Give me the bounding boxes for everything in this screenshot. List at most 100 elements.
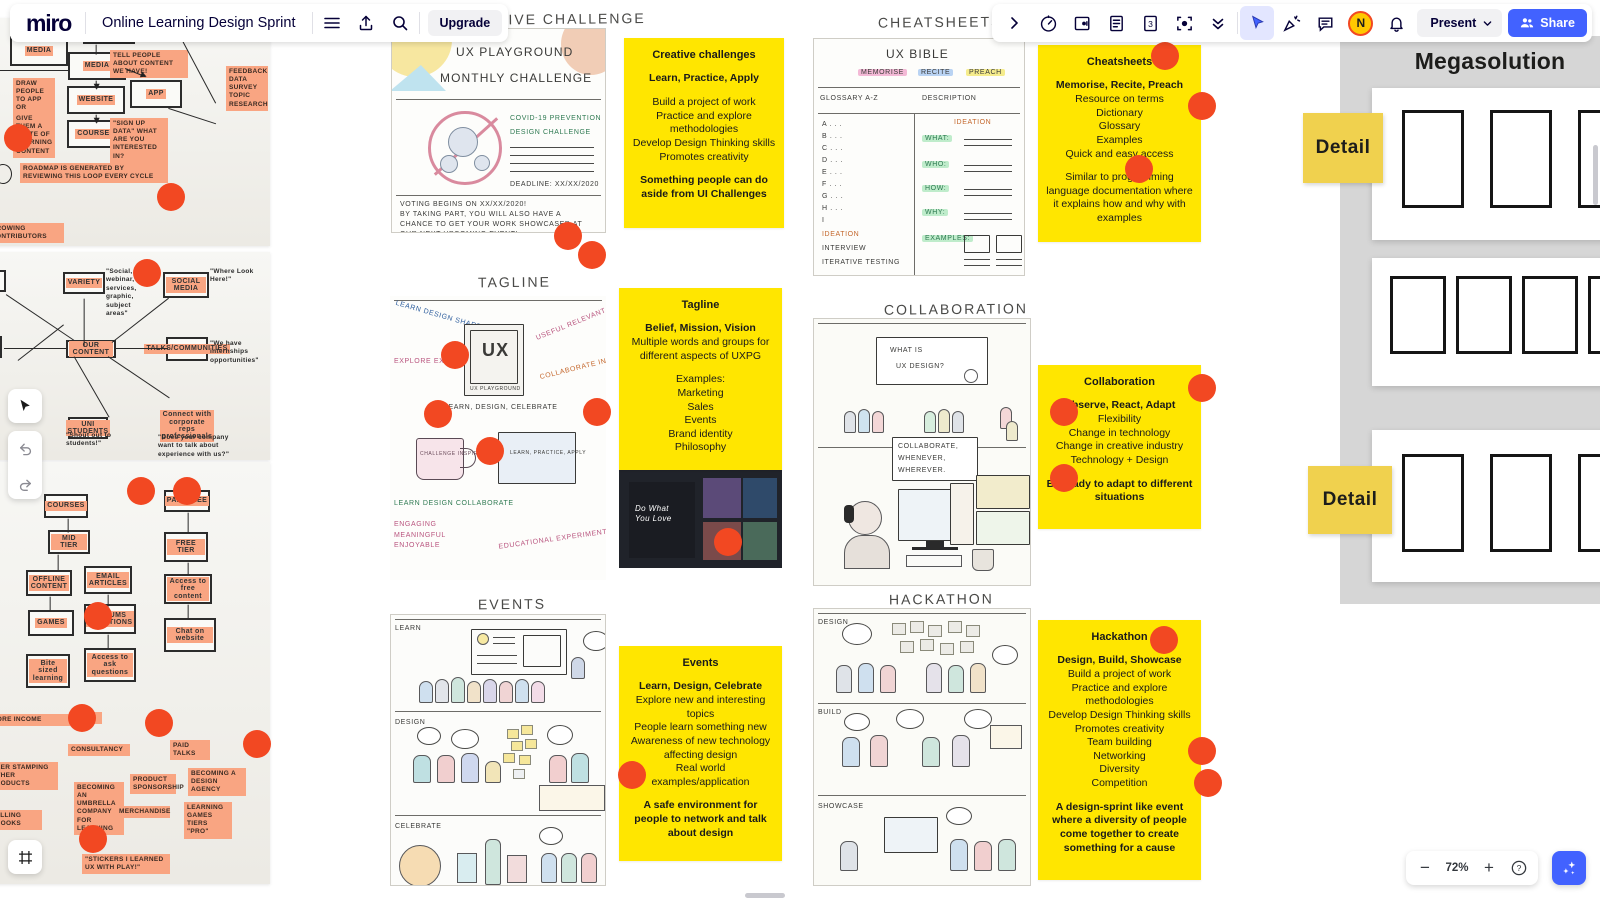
tagline-note: Educational Experimental Play	[498, 524, 606, 551]
cards-icon[interactable]: 3	[1133, 6, 1167, 40]
tote-bag-text: Do What You Love	[635, 504, 672, 523]
ux-bible-tab: Memorise	[858, 69, 907, 76]
notifications-icon[interactable]	[1379, 6, 1413, 40]
vertical-scrollbar[interactable]	[1593, 145, 1598, 205]
avatar[interactable]: N	[1348, 10, 1374, 36]
more-tools-icon[interactable]	[1201, 6, 1235, 40]
collaborator-cursor-dot	[1188, 374, 1216, 402]
redo-tool[interactable]	[8, 465, 42, 499]
wireframe-card[interactable]	[1372, 430, 1600, 582]
expand-right-icon[interactable]	[997, 6, 1031, 40]
horizontal-scrollbar[interactable]	[745, 893, 785, 898]
photo-sticky: More Income	[0, 714, 70, 727]
search-icon[interactable]	[383, 6, 417, 40]
whiteboard-photo-3[interactable]: COURSES PAID/FREE MID TIER OFFLINE CONTE…	[0, 462, 270, 884]
note-body-line: Events	[684, 414, 717, 427]
sparkle-icon	[1562, 860, 1575, 874]
hackathon-row-label: Design	[818, 619, 849, 626]
note-collaboration[interactable]: Collaboration Observe, React, Adapt Flex…	[1038, 365, 1201, 529]
cursor-tool-icon[interactable]	[1240, 6, 1275, 40]
share-button[interactable]: Share	[1508, 9, 1587, 37]
select-tool[interactable]	[8, 389, 42, 423]
reactions-icon[interactable]	[1274, 6, 1308, 40]
collaborator-cursor-dot	[79, 825, 107, 853]
comments-icon[interactable]	[1308, 6, 1342, 40]
whiteboard-photo-2[interactable]: VARIETY SOCIAL MEDIA OUR CONTENT TALKS/C…	[0, 252, 270, 460]
note-body-line: Build a project of work	[1067, 667, 1172, 680]
timer-icon[interactable]	[1031, 6, 1065, 40]
sketch-footer: By taking part, you will also have a	[400, 211, 562, 218]
zoom-level-label[interactable]: 72%	[1440, 862, 1474, 874]
detail-note-top[interactable]: Detail	[1303, 113, 1383, 183]
diagram-node: SOCIAL MEDIA	[163, 272, 209, 298]
wireframe-card[interactable]	[1372, 258, 1600, 386]
miro-logo[interactable]: miro	[16, 10, 83, 37]
sketch-ux-bible[interactable]: UX Bible Memorise Recite Preach Glossary…	[813, 38, 1025, 276]
zoom-in-button[interactable]: +	[1474, 853, 1504, 883]
board-title[interactable]: Online Learning Design Sprint	[88, 15, 309, 31]
sketch-tagline[interactable]: Learn Design Share Explore Experiment De…	[390, 296, 606, 580]
note-title: Collaboration	[1084, 376, 1155, 388]
audience-person	[924, 411, 936, 433]
sketch-rule	[996, 265, 1022, 267]
focus-mode-icon[interactable]	[1167, 6, 1201, 40]
sketch-creative-challenge[interactable]: UX Playground Monthly Challenge Covid-19…	[391, 28, 606, 233]
zoom-out-button[interactable]: −	[1410, 853, 1440, 883]
photo-sticky: Product Sponsorship	[130, 774, 184, 795]
hack-person	[926, 663, 942, 693]
audience-person	[435, 679, 449, 703]
board-canvas[interactable]: MEDIA EVENTS MEDIA WEBSITE COURSES APP T…	[0, 0, 1600, 900]
note-body-line: Sales	[687, 400, 714, 413]
glossary-entry: G . . .	[822, 193, 844, 200]
top-toolbar-left: miro Online Learning Design Sprint Upgra…	[10, 4, 509, 42]
sketch-divider	[818, 113, 1020, 114]
sign-text: Collaborate,	[898, 443, 959, 450]
help-icon[interactable]: ?	[1504, 853, 1534, 883]
present-button[interactable]: Present	[1417, 9, 1503, 37]
divider	[85, 12, 87, 34]
svg-text:?: ?	[1517, 863, 1522, 873]
diagram-node: Access to free content	[164, 574, 212, 604]
upgrade-button[interactable]: Upgrade	[427, 10, 503, 36]
whiteboard-photo-1[interactable]: MEDIA EVENTS MEDIA WEBSITE COURSES APP T…	[0, 18, 270, 246]
note-footer-line: Something people can do	[640, 174, 768, 187]
miro-ai-button[interactable]	[1552, 851, 1586, 885]
gallery-tile	[976, 475, 1030, 509]
sketch-rule	[510, 147, 594, 149]
note-events[interactable]: Events Learn, Design, Celebrate Explore …	[619, 646, 782, 861]
sketch-events[interactable]: Learn Design	[390, 614, 606, 886]
note-subtitle: Memorise, Recite, Preach	[1055, 79, 1184, 92]
note-creative-challenges[interactable]: Creative challenges Learn, Practice, App…	[624, 38, 784, 228]
diagram-edge	[67, 518, 69, 533]
diagram-node: OFFLINE CONTENT	[26, 570, 72, 596]
video-chat-icon[interactable]	[1065, 6, 1099, 40]
hack-person	[948, 665, 964, 693]
board-text: What is	[890, 347, 923, 354]
note-body-line: Competition	[1091, 777, 1148, 790]
wireframe-card[interactable]	[1372, 88, 1600, 240]
sketch-collaboration[interactable]: What is UX design? Collaborate, Whenever…	[813, 318, 1031, 586]
note-cheatsheets[interactable]: Cheatsheets Memorise, Recite, Preach Res…	[1038, 45, 1201, 242]
undo-tool[interactable]	[8, 431, 42, 465]
collaborator-cursor-dot	[4, 124, 32, 152]
note-body-line: Multiple words and groups for	[631, 335, 770, 348]
collaborator-cursor-dot	[133, 259, 161, 287]
audience-person	[483, 679, 497, 703]
sketch-hackathon[interactable]: Design Build	[813, 608, 1031, 886]
note-hackathon[interactable]: Hackathon Design, Build, Showcase Build …	[1038, 620, 1201, 880]
frames-tool[interactable]	[8, 840, 42, 874]
wireframe-box	[1522, 276, 1578, 354]
sketch-footer: Voting begins on XX/XX/2020!	[400, 201, 527, 208]
collaborator-cursor-dot	[1188, 737, 1216, 765]
ux-bible-tab: Preach	[966, 69, 1005, 76]
note-body-line: Examples	[1096, 133, 1143, 146]
merchandise-photo[interactable]: Do What You Love	[619, 470, 782, 568]
notes-icon[interactable]	[1099, 6, 1133, 40]
menu-icon[interactable]	[315, 6, 349, 40]
note-body-line: Team building	[1087, 736, 1152, 749]
note-tagline[interactable]: Tagline Belief, Mission, Vision Multiple…	[619, 288, 782, 470]
diagram-edge	[0, 70, 68, 72]
share-export-icon[interactable]	[349, 6, 383, 40]
slide-image	[523, 635, 561, 667]
detail-note-bottom[interactable]: Detail	[1308, 466, 1392, 534]
